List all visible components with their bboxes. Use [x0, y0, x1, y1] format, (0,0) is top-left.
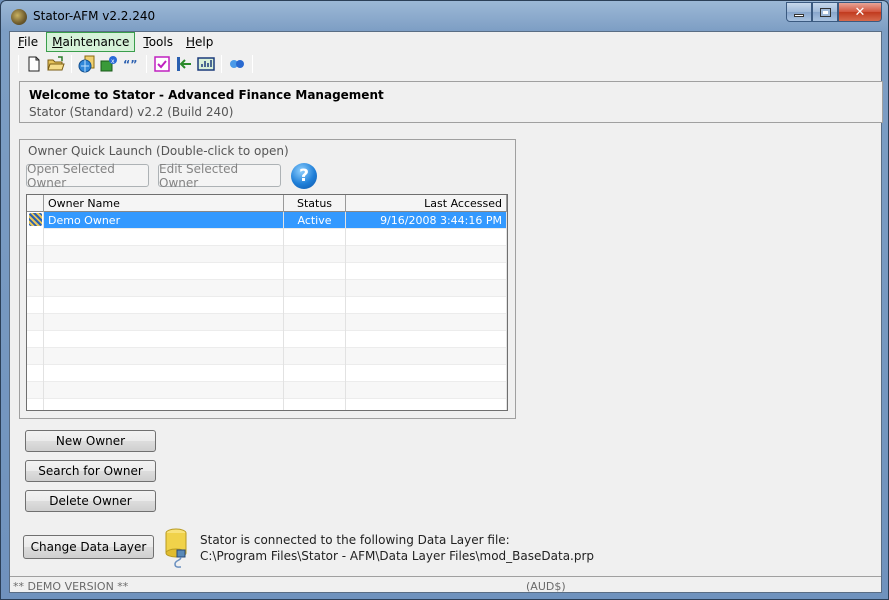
- owner-quick-launch-group: Owner Quick Launch (Double-click to open…: [19, 139, 516, 419]
- edit-selected-owner-button[interactable]: Edit Selected Owner: [158, 162, 281, 190]
- menu-help[interactable]: Help: [181, 32, 218, 52]
- table-row-empty[interactable]: [27, 331, 507, 348]
- svg-text:x: x: [111, 58, 115, 65]
- toolbar-separator: [146, 55, 147, 73]
- menu-maintenance[interactable]: Maintenance: [46, 32, 136, 52]
- menu-file[interactable]: File: [13, 32, 43, 52]
- app-icon: [11, 9, 27, 25]
- chart-icon: [197, 57, 215, 71]
- column-header-owner-name[interactable]: Owner Name: [44, 195, 284, 212]
- toolbar-separator: [71, 55, 72, 73]
- last-accessed-cell: 9/16/2008 3:44:16 PM: [346, 212, 507, 229]
- checklist-button[interactable]: [151, 54, 173, 74]
- toolbar-separator: [221, 55, 222, 73]
- status-cell: Active: [284, 212, 346, 229]
- table-row[interactable]: Demo Owner Active 9/16/2008 3:44:16 PM: [27, 212, 507, 229]
- help-icon[interactable]: ?: [291, 163, 317, 189]
- table-row-empty[interactable]: [27, 229, 507, 246]
- quick-launch-label: Owner Quick Launch (Double-click to open…: [28, 144, 289, 158]
- database-connection-icon: [165, 528, 187, 568]
- grid-body: Demo Owner Active 9/16/2008 3:44:16 PM: [27, 212, 507, 410]
- table-row-empty[interactable]: [27, 263, 507, 280]
- client-area: File Maintenance Tools Help x “” Welcome…: [9, 31, 883, 594]
- table-row-empty[interactable]: [27, 382, 507, 399]
- svg-text:“”: “”: [123, 59, 137, 69]
- maximize-button[interactable]: [812, 2, 838, 22]
- data-layer-description: Stator is connected to the following Dat…: [200, 533, 510, 547]
- open-folder-icon: [47, 56, 65, 71]
- owner-icon: [29, 213, 42, 226]
- version-label: Stator (Standard) v2.2 (Build 240): [29, 105, 234, 119]
- table-row-empty[interactable]: [27, 297, 507, 314]
- owner-details-button[interactable]: [76, 54, 98, 74]
- new-document-icon: [28, 56, 40, 72]
- open-selected-owner-button[interactable]: Open Selected Owner: [26, 162, 149, 190]
- close-icon: ✕: [854, 4, 866, 20]
- grid-header: Owner Name Status Last Accessed: [27, 195, 507, 212]
- table-row-empty[interactable]: [27, 246, 507, 263]
- new-owner-button[interactable]: New Owner: [25, 430, 156, 452]
- table-row-empty[interactable]: [27, 280, 507, 297]
- window-title: Stator-AFM v2.2.240: [33, 9, 156, 23]
- close-button[interactable]: ✕: [838, 2, 882, 22]
- new-button[interactable]: [23, 54, 45, 74]
- export-owner-button[interactable]: x: [98, 54, 120, 74]
- quote-icon: “”: [123, 59, 137, 69]
- export-owner-icon: x: [100, 56, 117, 72]
- column-header-last-accessed[interactable]: Last Accessed: [346, 195, 507, 212]
- data-layer-path: C:\Program Files\Stator - AFM\Data Layer…: [200, 549, 595, 563]
- welcome-title: Welcome to Stator - Advanced Finance Man…: [29, 88, 384, 102]
- toolbar-separator: [252, 55, 253, 73]
- checkbox-icon: [154, 56, 170, 72]
- help-toolbar-button[interactable]: [226, 54, 248, 74]
- toolbar: x “”: [10, 53, 257, 75]
- help-arrows-icon: [230, 60, 244, 68]
- owner-details-icon: [78, 55, 95, 73]
- title-bar[interactable]: Stator-AFM v2.2.240 ✕: [1, 1, 888, 31]
- table-row-empty[interactable]: [27, 348, 507, 365]
- change-data-layer-button[interactable]: Change Data Layer: [23, 535, 154, 559]
- column-header-status[interactable]: Status: [284, 195, 346, 212]
- open-button[interactable]: [45, 54, 67, 74]
- menu-tools[interactable]: Tools: [138, 32, 178, 52]
- table-row-empty[interactable]: [27, 365, 507, 382]
- demo-version-label: ** DEMO VERSION **: [13, 580, 129, 593]
- currency-label: (AUD$): [526, 580, 566, 593]
- maximize-icon: [819, 7, 831, 17]
- table-row-empty[interactable]: [27, 399, 507, 410]
- minimize-icon: [794, 13, 804, 17]
- welcome-panel: Welcome to Stator - Advanced Finance Man…: [19, 81, 883, 123]
- minimize-button[interactable]: [786, 2, 812, 22]
- row-header-corner: [27, 195, 44, 212]
- search-for-owner-button[interactable]: Search for Owner: [25, 460, 156, 482]
- import-icon: [177, 57, 191, 71]
- status-bar: ** DEMO VERSION ** (AUD$): [10, 576, 881, 594]
- delete-owner-button[interactable]: Delete Owner: [25, 490, 156, 512]
- report-button[interactable]: [195, 54, 217, 74]
- application-window: Stator-AFM v2.2.240 ✕ File Maintenance T…: [0, 0, 889, 600]
- menu-bar: File Maintenance Tools Help: [10, 32, 881, 52]
- quote-button[interactable]: “”: [120, 54, 142, 74]
- owner-name-cell: Demo Owner: [44, 212, 284, 229]
- table-row-empty[interactable]: [27, 314, 507, 331]
- toolbar-separator: [18, 55, 19, 73]
- owner-grid[interactable]: Owner Name Status Last Accessed Demo Own…: [26, 194, 508, 411]
- import-button[interactable]: [173, 54, 195, 74]
